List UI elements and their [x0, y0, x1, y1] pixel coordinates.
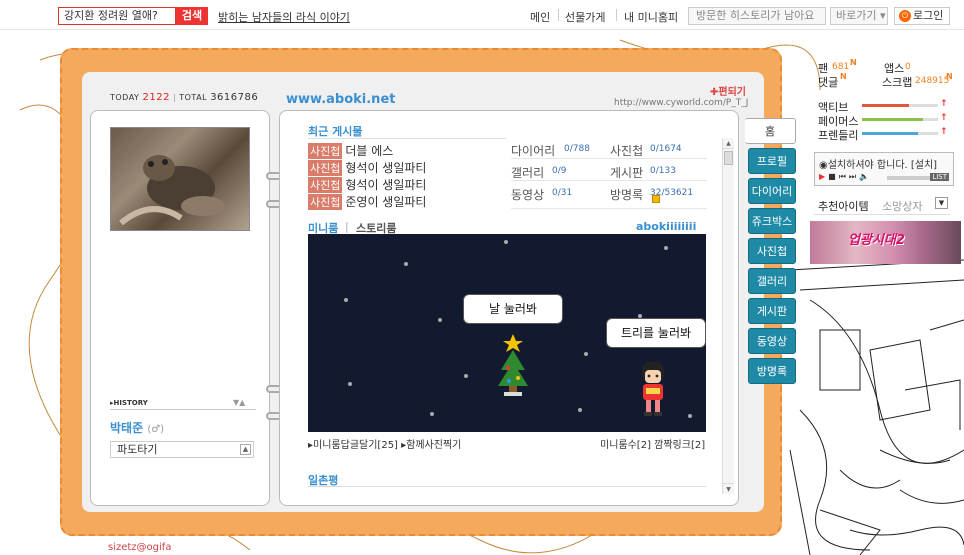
tab-video[interactable]: 동영상 — [748, 328, 796, 354]
stat-photo-value: 0/1674 — [650, 144, 682, 154]
scroll-up-icon[interactable]: ▲ — [723, 138, 734, 149]
tab-photo-album[interactable]: 사진첩 — [748, 238, 796, 264]
recent-posts-title: 최근 게시물 — [308, 125, 363, 138]
new-icon — [652, 195, 660, 203]
up-arrow-icon: ↑ — [940, 113, 948, 123]
apps-count: 0 — [905, 62, 911, 72]
profile-photo[interactable] — [110, 127, 250, 231]
panel-scrollbar[interactable]: ▲ ▼ — [722, 138, 734, 494]
stat-diary-label[interactable]: 다이어리 — [511, 142, 555, 159]
player-controls[interactable]: ▶■⏮⏭🔈 — [819, 172, 872, 182]
new-mark: N — [850, 58, 857, 67]
stat-gallery-label[interactable]: 갤러리 — [511, 164, 544, 181]
wish-box-tab[interactable]: 소망상자 — [882, 198, 922, 214]
room-owner-name[interactable]: abokiiiiiiii — [636, 220, 696, 233]
music-player: ◉설치하셔야 합니다. [설치] ▶■⏮⏭🔈 LIST — [814, 152, 954, 186]
recent-post-item[interactable]: 사진첩 준영이 생일파티 — [308, 193, 426, 210]
recent-post-item[interactable]: 사진첩 형석이 생일파티 — [308, 176, 426, 193]
become-fan-link[interactable]: ✚편되기 — [710, 83, 746, 98]
new-mark: N — [840, 72, 847, 81]
tab-profile[interactable]: 프로필 — [748, 148, 796, 174]
stat-board-label[interactable]: 게시판 — [610, 164, 643, 181]
recent-post-item[interactable]: 사진첩 형석이 생일파티 — [308, 159, 426, 176]
tab-gallery[interactable]: 갤러리 — [748, 268, 796, 294]
up-arrow-icon: ↑ — [940, 127, 948, 137]
speaker-icon: ◉ — [819, 160, 828, 171]
recent-post-item[interactable]: 사진첩 더블 에스 — [308, 142, 393, 159]
stat-gallery-value: 0/9 — [552, 166, 567, 176]
player-install-text[interactable]: ◉설치하셔야 합니다. [설치] — [819, 156, 937, 171]
tab-jukebox[interactable]: 쥬크박스 — [748, 208, 796, 234]
history-label: ▸HISTORY — [110, 399, 148, 407]
meter-famous-bar — [862, 118, 938, 121]
meter-active-bar — [862, 104, 938, 107]
visitor-counter: TODAY 2122 | TOTAL 3616786 — [110, 92, 259, 103]
cat-photo-icon — [119, 155, 225, 226]
stat-photo-label[interactable]: 사진첩 — [610, 142, 643, 159]
shortcut-dropdown[interactable]: 바로가기 ▾ — [830, 7, 888, 25]
user-name[interactable]: 박태준 (♂) — [110, 419, 164, 436]
next-icon[interactable]: ⏭ — [849, 172, 859, 181]
comment-label[interactable]: 댓글 — [818, 74, 838, 90]
playlist-button[interactable]: LIST — [930, 173, 949, 181]
new-mark: N — [946, 72, 953, 81]
tree-speech-bubble: 날 눌러봐 — [463, 294, 563, 324]
miniroom-scene[interactable]: 날 눌러봐 트리를 눌러봐 — [308, 234, 706, 432]
volume-slider[interactable] — [887, 176, 933, 180]
history-toggle-icon[interactable]: ▼▲ — [233, 398, 245, 407]
scroll-down-icon[interactable]: ▼ — [723, 483, 734, 494]
volume-icon[interactable]: 🔈 — [859, 172, 872, 181]
tab-home[interactable]: 홈 — [745, 118, 796, 144]
signature-text: sizetz@ogifa — [108, 542, 172, 553]
christmas-tree-icon[interactable] — [496, 334, 530, 398]
wave-dropdown[interactable]: 파도타기 ▲ — [110, 441, 254, 458]
miniroom-reply-links[interactable]: ▸미니룸답글달기[25] ▸함께사진찍기 — [308, 436, 461, 451]
play-icon[interactable]: ▶ — [819, 172, 828, 181]
login-button[interactable]: ⏻ 로그인 — [894, 7, 950, 25]
chevron-down-icon[interactable]: ▼ — [935, 197, 948, 209]
visit-history-dropdown[interactable]: 방문한 히스토리가 남아요 — [688, 7, 826, 25]
chevron-up-icon[interactable]: ▲ — [240, 444, 251, 455]
stat-board-value: 0/133 — [650, 166, 676, 176]
avatar-speech-bubble: 트리를 눌러봐 — [606, 318, 706, 348]
search-button[interactable]: 검색 — [176, 7, 208, 25]
avatar-character-icon[interactable] — [638, 360, 668, 420]
fan-count: 681 — [832, 62, 850, 72]
power-icon: ⏻ — [899, 10, 911, 22]
site-url[interactable]: http://www.cyworld.com/P_T_J — [614, 98, 748, 108]
recommended-banner[interactable]: 업광시대2 — [810, 221, 961, 264]
scroll-thumb[interactable] — [724, 151, 733, 165]
meter-friendly-bar — [862, 132, 938, 135]
scrap-label[interactable]: 스크랩 — [882, 74, 912, 90]
nav-my-minihompy[interactable]: 내 미니홈피 — [624, 9, 678, 25]
prev-icon[interactable]: ⏮ — [839, 172, 849, 181]
recommended-items-tab[interactable]: 추천아이템 — [818, 198, 869, 214]
stop-icon[interactable]: ■ — [828, 172, 839, 181]
search-input[interactable]: 강지환 정려원 열애? — [58, 7, 176, 25]
scrap-count: 248915 — [915, 76, 950, 86]
stat-guestbook-label[interactable]: 방명록 — [610, 186, 643, 203]
site-title[interactable]: www.aboki.net — [286, 92, 395, 107]
stat-video-value: 0/31 — [552, 188, 573, 198]
up-arrow-icon: ↑ — [940, 99, 948, 109]
tab-diary[interactable]: 다이어리 — [748, 178, 796, 204]
stat-diary-value: 0/788 — [564, 144, 590, 154]
banner-title: 업광시대2 — [848, 233, 905, 248]
tab-guestbook[interactable]: 방명록 — [748, 358, 796, 384]
tab-board[interactable]: 게시판 — [748, 298, 796, 324]
nav-gift-shop[interactable]: 선물가게 — [565, 9, 605, 25]
miniroom-counts[interactable]: 미니룸수[2] 깜짝링크[2] — [600, 436, 705, 451]
stat-video-label[interactable]: 동영상 — [511, 186, 544, 203]
top-nav-bar: 강지환 정려원 열애? 검색 밝히는 남자들의 라식 이야기 메인 선물가게 내… — [0, 0, 964, 30]
meter-friendly-label: 프렌들리 — [818, 129, 859, 142]
nav-main[interactable]: 메인 — [530, 9, 550, 25]
headline-link[interactable]: 밝히는 남자들의 라식 이야기 — [218, 9, 350, 25]
